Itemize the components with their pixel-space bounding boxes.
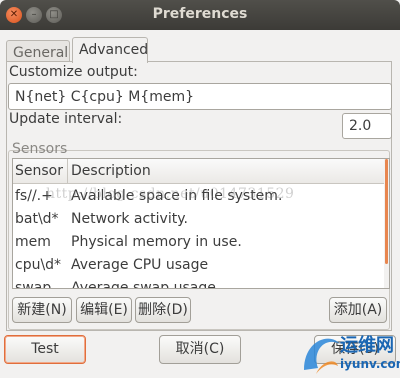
column-header-sensor[interactable]: Sensor xyxy=(15,163,63,179)
customize-output-value: N{net} C{cpu} M{mem} xyxy=(15,88,194,105)
customize-output-label: Customize output: xyxy=(9,64,138,80)
table-row[interactable]: swap Average swap usage xyxy=(13,278,383,289)
table-scrollbar[interactable] xyxy=(384,159,389,288)
scrollbar-thumb[interactable] xyxy=(385,159,388,264)
sensor-cell: mem xyxy=(15,234,51,250)
delete-button[interactable]: 删除(D) xyxy=(135,297,191,323)
sensors-table[interactable]: Sensor Description fs//.+ Available spac… xyxy=(12,158,390,289)
logo-text: 运维网 xyxy=(340,335,394,356)
cancel-button[interactable]: 取消(C) xyxy=(159,335,241,364)
description-cell: Network activity. xyxy=(71,211,188,227)
logo-url: iyunv.com xyxy=(340,357,400,371)
description-cell: Physical memory in use. xyxy=(71,234,242,250)
table-row[interactable]: bat\d* Network activity. xyxy=(13,209,383,232)
window-title: Preferences xyxy=(152,6,248,22)
sensor-cell: cpu\d* xyxy=(15,257,62,273)
tab-advanced[interactable]: Advanced xyxy=(72,37,148,63)
update-interval-label: Update interval: xyxy=(9,111,123,127)
description-cell: Average swap usage xyxy=(71,280,216,289)
new-button[interactable]: 新建(N) xyxy=(12,297,72,323)
table-header: Sensor Description xyxy=(13,159,389,184)
preferences-window: ✕ – □ Preferences General Advanced Custo… xyxy=(0,0,400,378)
test-button[interactable]: Test xyxy=(4,335,86,364)
titlebar[interactable]: ✕ – □ Preferences xyxy=(0,0,400,30)
table-row[interactable]: cpu\d* Average CPU usage xyxy=(13,255,383,278)
tab-general[interactable]: General xyxy=(6,40,70,62)
table-row[interactable]: mem Physical memory in use. xyxy=(13,232,383,255)
watermark: http://blog.csdn.net/u014731529 xyxy=(46,186,295,202)
column-header-description[interactable]: Description xyxy=(71,163,151,179)
add-button[interactable]: 添加(A) xyxy=(329,297,387,323)
sensor-cell: swap xyxy=(15,280,52,289)
sensors-frame-label: Sensors xyxy=(12,141,68,157)
customize-output-input[interactable]: N{net} C{cpu} M{mem} xyxy=(8,83,392,110)
update-interval-input[interactable]: 2.0 xyxy=(342,113,392,139)
sensor-cell: bat\d* xyxy=(15,211,59,227)
edit-button[interactable]: 编辑(E) xyxy=(76,297,132,323)
update-interval-value: 2.0 xyxy=(349,118,372,134)
column-divider[interactable] xyxy=(67,159,68,184)
description-cell: Average CPU usage xyxy=(71,257,209,273)
